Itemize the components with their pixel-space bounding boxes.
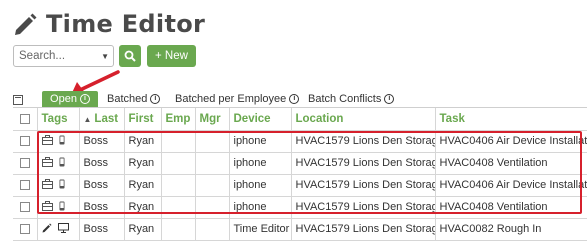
- table-row[interactable]: Boss Ryan iphone HVAC1579 Lions Den Storage…: [13, 196, 587, 219]
- phone-icon: [59, 201, 65, 214]
- cell-task: HVAC0408 Ventilation: [435, 196, 587, 219]
- column-header-task[interactable]: Task: [435, 108, 587, 131]
- cell-device: iphone: [229, 152, 292, 175]
- cell-task: HVAC0408 Ventilation: [435, 152, 587, 175]
- page-title: Time Editor: [46, 10, 206, 38]
- search-icon: [124, 50, 136, 62]
- search-input[interactable]: Search... ▼: [13, 45, 114, 67]
- cell-mgr: [195, 174, 230, 197]
- column-header-mgr[interactable]: Mgr: [195, 108, 230, 131]
- pencil-icon: [15, 13, 37, 35]
- cell-last: Boss: [79, 196, 125, 219]
- cell-location: HVAC1579 Lions Den Storage: [291, 218, 436, 241]
- phone-icon: [59, 157, 65, 170]
- cell-first: Ryan: [124, 196, 162, 219]
- search-row: Search... ▼ + New: [13, 45, 196, 67]
- cell-first: Ryan: [124, 174, 162, 197]
- cell-emp: [161, 130, 196, 153]
- info-icon: i: [289, 94, 300, 104]
- table-row[interactable]: Boss Ryan Time Editor HVAC1579 Lions Den St…: [13, 218, 587, 241]
- column-header-device[interactable]: Device: [229, 108, 292, 131]
- table-row[interactable]: Boss Ryan iphone HVAC1579 Lions Den Storage…: [13, 174, 587, 197]
- table-row[interactable]: Boss Ryan iphone HVAC1579 Lions Den Storage…: [13, 152, 587, 175]
- briefcase-icon: [41, 156, 53, 170]
- row-checkbox[interactable]: [13, 174, 38, 197]
- info-icon: i: [79, 94, 90, 104]
- tab-label: Batched: [107, 93, 148, 105]
- phone-icon: [59, 135, 65, 148]
- cell-location: HVAC1579 Lions Den Storage: [291, 196, 436, 219]
- row-checkbox[interactable]: [13, 218, 38, 241]
- info-icon: i: [150, 94, 161, 104]
- cell-mgr: [195, 218, 230, 241]
- cell-last: Boss: [79, 218, 125, 241]
- column-header-last[interactable]: ▲ Last: [79, 108, 125, 131]
- row-tags: [37, 218, 80, 241]
- column-header-emp[interactable]: Emp: [161, 108, 196, 131]
- phone-icon: [59, 179, 65, 192]
- search-button[interactable]: [119, 45, 141, 67]
- time-entries-table: Tags ▲ Last First Emp Mgr Device Location…: [13, 107, 587, 244]
- row-checkbox[interactable]: [13, 196, 38, 219]
- info-icon: i: [384, 94, 395, 104]
- row-tags: [37, 174, 80, 197]
- row-checkbox[interactable]: [13, 130, 38, 153]
- cell-emp: [161, 174, 196, 197]
- cell-mgr: [195, 196, 230, 219]
- tab-batch-conflicts[interactable]: Batch Conflicts i: [308, 91, 395, 107]
- cell-location: HVAC1579 Lions Den Storage: [291, 152, 436, 175]
- tab-batched-per-employee[interactable]: Batched per Employee i: [175, 91, 300, 107]
- cell-task: HVAC0082 Rough In: [435, 218, 587, 241]
- tab-bar: Open i Batched i Batched per Employee i …: [0, 91, 587, 107]
- cell-device: Time Editor: [229, 218, 292, 241]
- briefcase-icon: [41, 178, 53, 192]
- cell-device: iphone: [229, 130, 292, 153]
- tab-batched[interactable]: Batched i: [107, 91, 161, 107]
- cell-last: Boss: [79, 174, 125, 197]
- cell-device: iphone: [229, 174, 292, 197]
- briefcase-icon: [41, 200, 53, 214]
- row-tags: [37, 152, 80, 175]
- select-all-checkbox[interactable]: [13, 108, 38, 131]
- tab-label: Batch Conflicts: [308, 93, 382, 105]
- cell-mgr: [195, 152, 230, 175]
- row-checkbox[interactable]: [13, 152, 38, 175]
- column-header-location[interactable]: Location: [291, 108, 436, 131]
- tab-label: Batched per Employee: [175, 93, 287, 105]
- cell-device: iphone: [229, 196, 292, 219]
- table-header-row: Tags ▲ Last First Emp Mgr Device Location…: [13, 108, 587, 131]
- cell-location: HVAC1579 Lions Den Storage: [291, 130, 436, 153]
- search-placeholder: Search...: [19, 50, 66, 62]
- cell-task: HVAC0406 Air Device Installati: [435, 130, 587, 153]
- cell-emp: [161, 196, 196, 219]
- monitor-icon: [57, 222, 69, 236]
- chevron-down-icon: ▼: [101, 51, 109, 61]
- cell-emp: [161, 218, 196, 241]
- cell-mgr: [195, 130, 230, 153]
- cell-first: Ryan: [124, 152, 162, 175]
- cell-first: Ryan: [124, 218, 162, 241]
- cell-last: Boss: [79, 152, 125, 175]
- cell-location: HVAC1579 Lions Den Storage: [291, 174, 436, 197]
- cell-emp: [161, 152, 196, 175]
- tab-open[interactable]: Open i: [42, 91, 98, 107]
- tab-label: Open: [50, 93, 77, 105]
- cell-first: Ryan: [124, 130, 162, 153]
- row-tags: [37, 196, 80, 219]
- cell-task: HVAC0406 Air Device Installati: [435, 174, 587, 197]
- new-button[interactable]: + New: [147, 45, 196, 67]
- cell-last: Boss: [79, 130, 125, 153]
- row-tags: [37, 130, 80, 153]
- pencil-icon: [42, 223, 52, 236]
- briefcase-icon: [41, 134, 53, 148]
- column-header-tags[interactable]: Tags: [37, 108, 80, 131]
- sort-up-icon: ▲: [83, 114, 92, 124]
- title-row: Time Editor: [12, 6, 205, 42]
- table-row[interactable]: Boss Ryan iphone HVAC1579 Lions Den Storage…: [13, 130, 587, 153]
- column-header-first[interactable]: First: [124, 108, 162, 131]
